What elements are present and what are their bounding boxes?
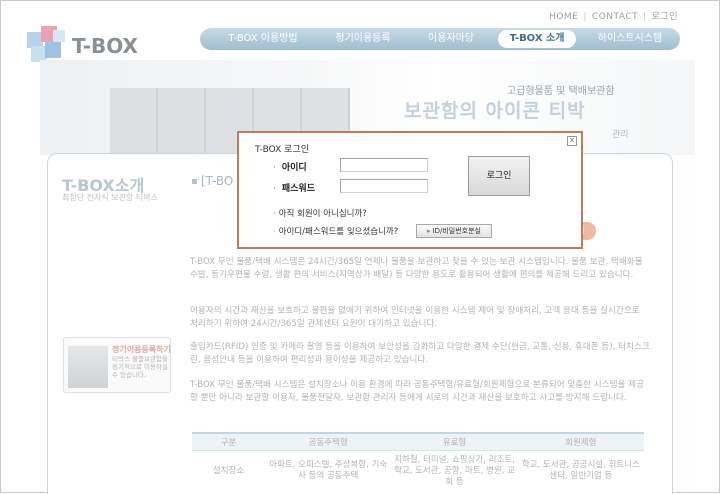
logo-text: T-BOX — [72, 34, 138, 58]
home-link[interactable]: HOME — [549, 12, 578, 22]
banner-title: 보관함의 아이콘 티박 — [404, 100, 586, 122]
modal-title: T-BOX 로그인 — [255, 145, 309, 155]
register-promo[interactable]: 정기이용등록하기 티박스 물품보관함을 정기적으로 이용하실 수 있습니다. — [63, 337, 171, 393]
signup-question[interactable]: 아직 회원이 아니십니까? — [273, 207, 367, 219]
separator: | — [583, 12, 587, 22]
banner-subtitle: 고급형물품 및 택배보관함 — [507, 86, 615, 97]
login-link[interactable]: 로그인 — [652, 9, 678, 22]
find-id-password-button[interactable]: ID/비밀번호분실 — [416, 224, 492, 238]
password-input[interactable] — [340, 179, 428, 193]
promo-text: 티박스 물품보관함을 정기적으로 이용하실 수 있습니다. — [112, 355, 168, 379]
table-header-cell: 회원제형 — [517, 432, 644, 451]
paragraph: 출입카드(RFID) 인증 및 카메라 촬영 등을 이용하여 보안성을 강화하고… — [190, 342, 650, 365]
table-cell: 설치장소 — [192, 450, 266, 491]
close-icon[interactable]: x — [567, 136, 577, 146]
table-cell: 지하철, 터미널, 쇼핑상가, 리조트, 학교, 도서관, 공항, 마트, 병원… — [391, 450, 518, 491]
section-subtitle: 최첨단 전자식 보관함 티박스 — [62, 193, 158, 202]
table-header-cell: 유료형 — [391, 432, 518, 451]
paragraph: T-BOX 무인 물품/택배 시스템은 24시간/365일 언제나 물품을 보관… — [190, 257, 643, 280]
password-label: 패스워드 — [273, 181, 315, 194]
paragraph: T-BOX 무인 물품/택배 시스템은 설치장소나 이용 환경에 따라 공동주택… — [190, 380, 644, 403]
login-modal: x T-BOX 로그인 아이디 패스워드 로그인 아직 회원이 아니십니까? 아… — [237, 131, 583, 249]
main-nav: T-BOX 이용방법 정기이용등록 이용자마당 T-BOX 소개 하이스트시스템 — [200, 28, 680, 50]
section-heading: [T-BO — [192, 174, 233, 188]
table-cell: 학교, 도서관, 공공시설, 휘트니스센터, 일반기업 등 — [517, 450, 644, 491]
find-account-question: 아이디/패스워드를 잊으셨습니까? — [273, 225, 399, 237]
id-label: 아이디 — [273, 160, 307, 173]
separator: | — [643, 12, 647, 22]
type-table: 구분 공동주택형 유료형 회원제형 설치장소 아파트, 오피스텔, 주상복합, … — [192, 432, 644, 491]
login-button[interactable]: 로그인 — [468, 156, 530, 196]
paragraph: 이용자의 시간과 재산을 보호하고 불편을 없애기 위하여 인터넷을 이용한 시… — [190, 306, 640, 329]
nav-item-about[interactable]: T-BOX 소개 — [498, 30, 576, 48]
table-header-row: 구분 공동주택형 유료형 회원제형 — [192, 432, 644, 451]
section-heading-text: [T-BO — [201, 174, 234, 188]
promo-title: 정기이용등록하기 — [112, 345, 171, 354]
table-header-cell: 공동주택형 — [265, 432, 392, 451]
table-row: 설치장소 아파트, 오피스텔, 주상복합, 기숙사 등의 공동주택 지하철, 터… — [192, 450, 644, 491]
nav-item-register[interactable]: 정기이용등록 — [318, 28, 408, 50]
banner-tail-text: 관리 — [612, 130, 629, 140]
contact-link[interactable]: CONTACT — [592, 12, 638, 22]
table-header-cell: 구분 — [192, 432, 266, 451]
nav-item-usage[interactable]: T-BOX 이용방법 — [218, 28, 308, 50]
nav-item-community[interactable]: 이용자마당 — [406, 28, 496, 50]
top-links: HOME | CONTACT | 로그인 — [549, 9, 678, 22]
nav-item-system[interactable]: 하이스트시스템 — [586, 28, 674, 50]
id-input[interactable] — [340, 158, 428, 172]
table-cell: 아파트, 오피스텔, 주상복합, 기숙사 등의 공동주택 — [265, 450, 392, 491]
locker-thumbnail — [68, 346, 108, 388]
